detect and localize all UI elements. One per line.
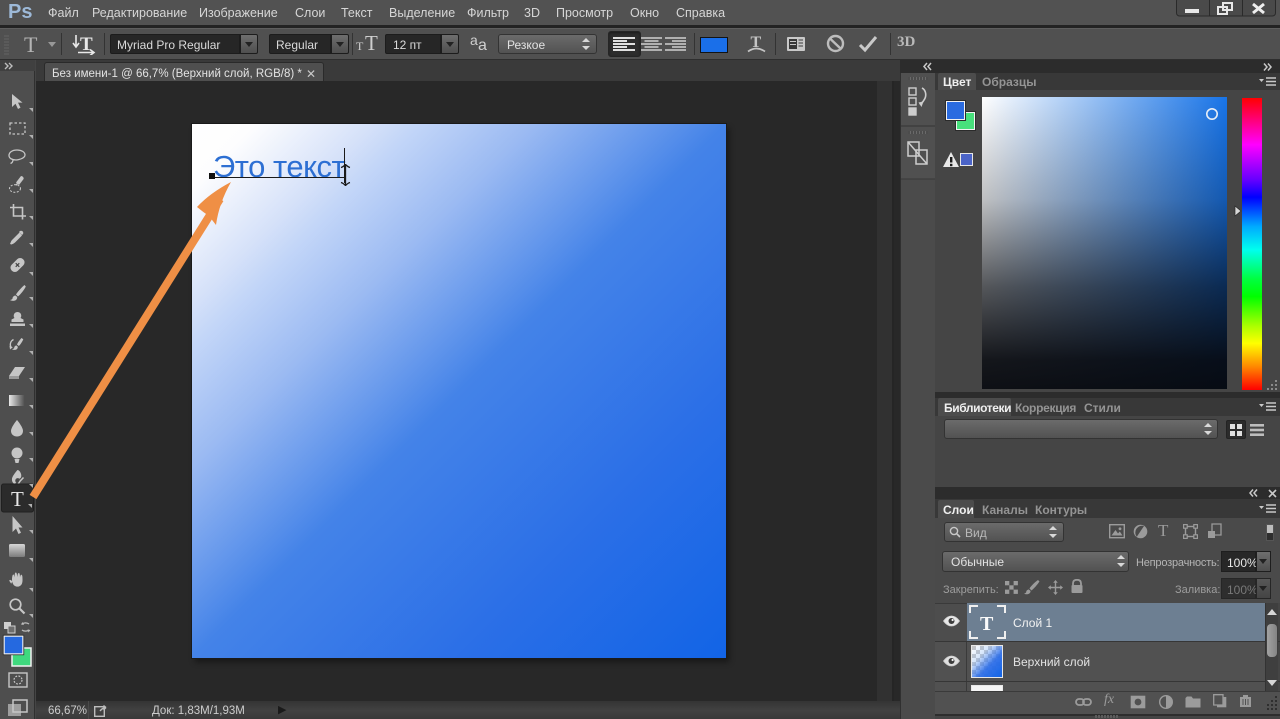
svg-text:T: T [980,613,994,635]
